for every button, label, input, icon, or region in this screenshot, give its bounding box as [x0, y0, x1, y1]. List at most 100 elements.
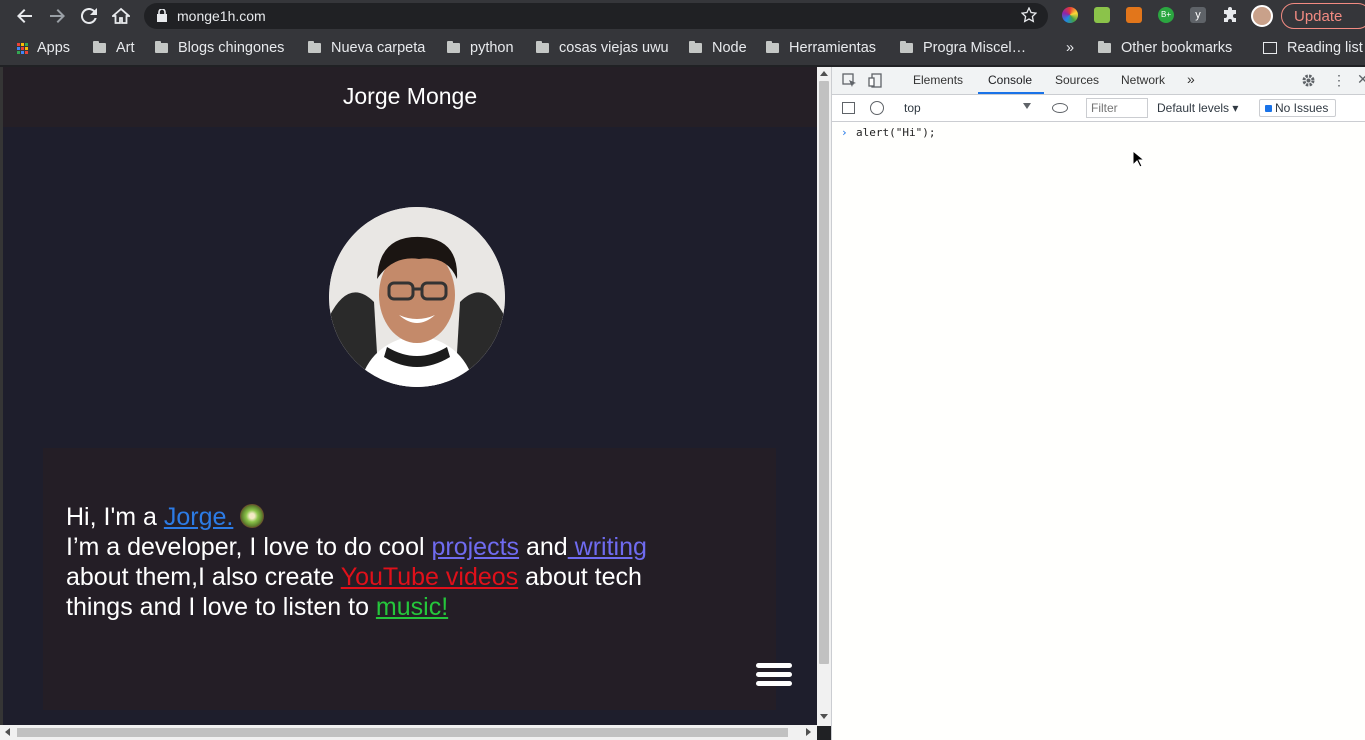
color-extension-icon[interactable] [1062, 7, 1078, 23]
bookmark-label: cosas viejas uwu [559, 40, 669, 56]
folder-icon [900, 41, 913, 53]
page-vertical-scrollbar[interactable] [817, 67, 831, 726]
log-levels-dropdown[interactable]: Default levels ▾ [1157, 101, 1238, 115]
address-bar[interactable]: monge1h.com [144, 3, 1048, 29]
intro-text-segment: about tech [518, 563, 642, 591]
scroll-down-arrow-icon[interactable] [820, 714, 828, 719]
bookmark-star-icon[interactable] [1020, 6, 1038, 26]
console-toolbar: top Default levels ▾ No Issues [832, 95, 1365, 122]
scroll-up-arrow-icon[interactable] [820, 71, 828, 76]
puzzle-extensions-icon[interactable] [1221, 7, 1238, 29]
url-text: monge1h.com [177, 8, 266, 24]
profile-avatar[interactable] [1251, 5, 1273, 27]
browser-toolbar: monge1h.com B+ y Update [0, 0, 1365, 32]
bookmarks-overflow-button[interactable]: » [1066, 40, 1074, 56]
reload-icon[interactable] [77, 4, 101, 28]
intro-text-segment: I’m a developer, I love to do cool [66, 533, 432, 561]
settings-gear-icon[interactable] [1301, 73, 1316, 91]
projects-link[interactable]: projects [432, 533, 520, 561]
intro-text: Hi, I'm a Jorge. I’m a developer, I love… [66, 502, 706, 622]
bookmark-label: Art [116, 40, 135, 56]
update-button[interactable]: Update [1281, 3, 1365, 29]
metamask-icon[interactable] [1126, 7, 1142, 23]
bookmark-apps[interactable]: Apps [17, 40, 70, 56]
home-icon[interactable] [109, 4, 133, 28]
y-extension-icon[interactable]: y [1190, 7, 1206, 23]
folder-icon [766, 41, 779, 53]
reading-list-icon [1263, 42, 1277, 54]
folder-icon [536, 41, 549, 53]
folder-icon [1098, 41, 1111, 53]
b-plus-extension-icon[interactable]: B+ [1158, 7, 1174, 23]
bookmarks-bar: Apps Art Blogs chingones Nueva carpeta p… [0, 32, 1365, 66]
horizontal-scroll-thumb[interactable] [17, 728, 788, 737]
profile-photo [329, 207, 505, 387]
intro-text-segment: about them,I also create [66, 563, 341, 591]
folder-icon [93, 41, 106, 53]
site-title[interactable]: Jorge Monge [343, 83, 477, 109]
clear-console-icon[interactable] [870, 101, 884, 115]
devtools-tab-bar: Elements Console Sources Network » ⋮ ✕ [832, 67, 1365, 95]
youtube-link[interactable]: YouTube videos [341, 563, 518, 591]
kiwi-emoji-icon [240, 504, 265, 528]
bookmark-label: Node [712, 40, 747, 56]
bookmark-folder-blogs[interactable]: Blogs chingones [155, 40, 284, 56]
console-filter-input[interactable] [1086, 98, 1148, 118]
issues-button[interactable]: No Issues [1259, 99, 1336, 117]
back-icon[interactable] [13, 4, 37, 28]
intro-text-segment: and [519, 533, 568, 561]
bookmark-folder-herramientas[interactable]: Herramientas [766, 40, 876, 56]
sidebar-toggle-icon[interactable] [842, 102, 855, 114]
music-link[interactable]: music! [376, 593, 448, 621]
intro-text-segment: Hi, I'm a [66, 503, 164, 531]
tab-sources[interactable]: Sources [1055, 73, 1099, 87]
close-devtools-icon[interactable]: ✕ [1357, 71, 1365, 88]
bookmark-reading-list[interactable]: Reading list [1263, 40, 1363, 56]
issues-label: No Issues [1275, 101, 1329, 115]
bookmark-folder-progra[interactable]: Progra Miscel… [900, 40, 1026, 56]
folder-icon [308, 41, 321, 53]
context-value: top [904, 101, 921, 115]
bookmark-folder-python[interactable]: python [447, 40, 514, 56]
context-selector[interactable]: top [896, 98, 1037, 118]
tab-elements[interactable]: Elements [913, 73, 963, 87]
lock-icon [157, 8, 167, 25]
bookmark-folder-node[interactable]: Node [689, 40, 747, 56]
intro-card: Hi, I'm a Jorge. I’m a developer, I love… [43, 448, 792, 710]
active-tab-indicator [978, 92, 1044, 94]
bookmark-other-bookmarks[interactable]: Other bookmarks [1098, 40, 1232, 56]
bookmark-label: python [470, 40, 514, 56]
dropdown-arrow-icon [1023, 103, 1031, 109]
name-link[interactable]: Jorge. [164, 503, 233, 531]
bookmark-label: Progra Miscel… [923, 40, 1027, 56]
web-page: Jorge Monge Hi, I'm a Jorge. I’m a devel… [0, 67, 817, 740]
apps-grid-icon [17, 42, 28, 54]
forward-icon[interactable] [45, 4, 69, 28]
more-tabs-icon[interactable]: » [1187, 71, 1195, 87]
bookmark-folder-nueva-carpeta[interactable]: Nueva carpeta [308, 40, 425, 56]
hamburger-menu-icon[interactable] [756, 663, 792, 689]
more-options-icon[interactable]: ⋮ [1332, 72, 1346, 89]
console-prompt-chevron-icon: › [841, 126, 848, 139]
folder-icon [155, 41, 168, 53]
bookmark-label: Other bookmarks [1121, 40, 1233, 56]
folder-icon [447, 41, 460, 53]
console-output[interactable]: › alert("Hi"); [832, 122, 1365, 740]
writing-link[interactable]: writing [568, 533, 647, 561]
bookmark-folder-cosas-viejas[interactable]: cosas viejas uwu [536, 40, 669, 56]
bookmark-folder-art[interactable]: Art [93, 40, 135, 56]
device-toolbar-icon[interactable] [868, 73, 883, 91]
tab-network[interactable]: Network [1121, 73, 1165, 87]
bookmark-label: Blogs chingones [178, 40, 285, 56]
tab-console[interactable]: Console [988, 73, 1032, 87]
scroll-right-arrow-icon[interactable] [806, 728, 811, 736]
vertical-scroll-thumb[interactable] [819, 81, 829, 664]
extension-icon[interactable] [1094, 7, 1110, 23]
bookmark-label: Apps [37, 40, 71, 56]
scroll-left-arrow-icon[interactable] [5, 728, 10, 736]
inspect-element-icon[interactable] [842, 73, 857, 91]
console-input-line[interactable]: alert("Hi"); [856, 126, 935, 139]
live-expression-eye-icon[interactable] [1052, 103, 1068, 113]
page-horizontal-scrollbar[interactable] [0, 725, 817, 740]
issues-icon [1265, 105, 1272, 112]
